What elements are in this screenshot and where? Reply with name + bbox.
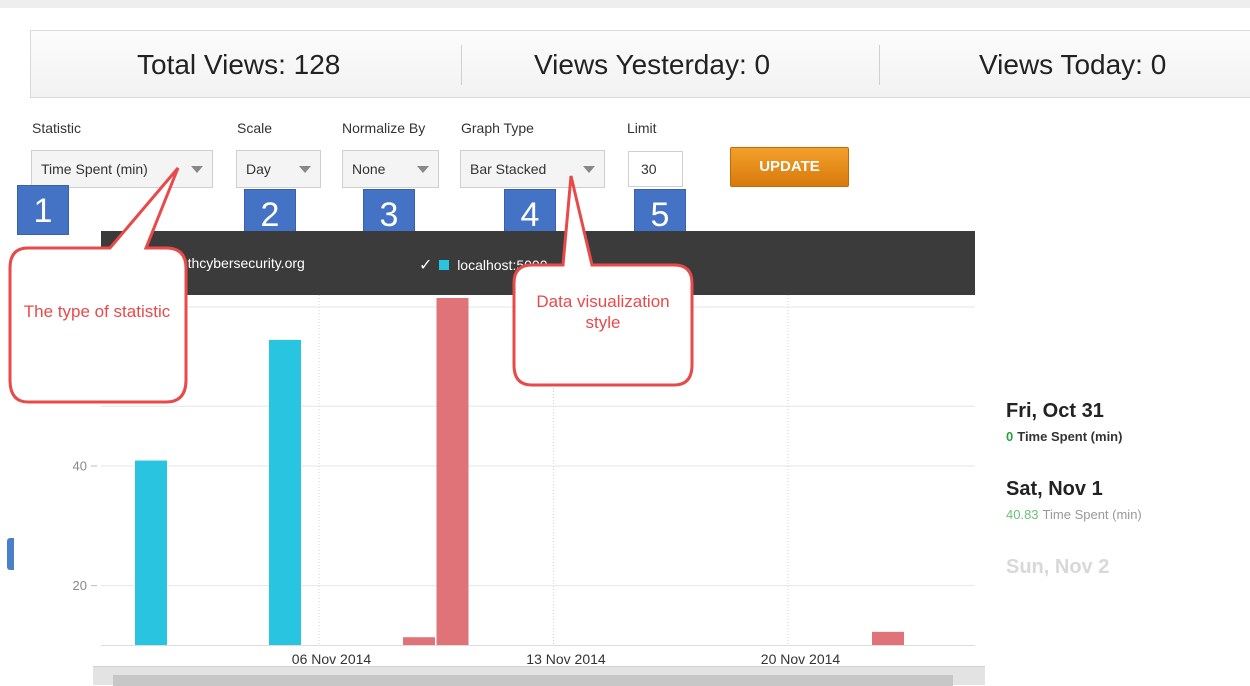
- annotation-callouts: [8, 167, 694, 404]
- callout-graph-type-text: Data visualization style: [536, 292, 670, 332]
- callout-statistic-text: The type of statistic: [23, 302, 171, 321]
- callout-graph-type-shape: [512, 175, 694, 387]
- callout-statistic-shape: [8, 167, 188, 404]
